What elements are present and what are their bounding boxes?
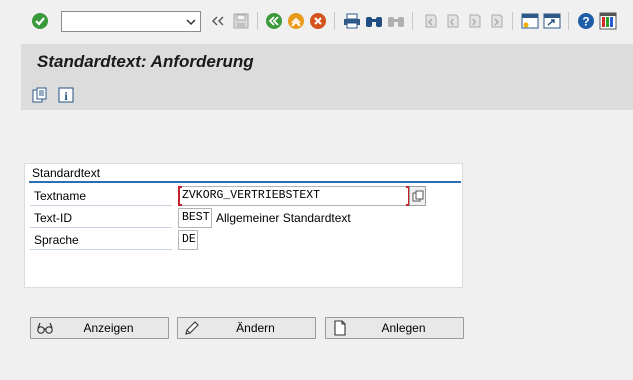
- pencil-icon: [183, 320, 201, 336]
- command-field[interactable]: [61, 11, 201, 32]
- info-icon[interactable]: i: [57, 86, 75, 104]
- text-id-field[interactable]: BEST: [178, 208, 212, 228]
- text-id-description: Allgemeiner Standardtext: [216, 211, 351, 225]
- page-title: Standardtext: Anforderung: [37, 52, 254, 71]
- group-title: Standardtext: [32, 166, 101, 180]
- back-icon[interactable]: [264, 11, 284, 31]
- next-page-icon: [464, 11, 484, 31]
- last-page-icon: [486, 11, 506, 31]
- sprache-value: DE: [182, 233, 196, 246]
- collapse-icon[interactable]: [208, 11, 228, 31]
- textname-value: ZVKORG_VERTRIEBSTEXT: [182, 189, 321, 202]
- anzeigen-button[interactable]: Anzeigen: [30, 317, 169, 339]
- textname-field[interactable]: ZVKORG_VERTRIEBSTEXT: [178, 186, 410, 206]
- cancel-icon[interactable]: [308, 11, 328, 31]
- text-id-value: BEST: [182, 211, 210, 224]
- customize-layout-icon[interactable]: [598, 11, 618, 31]
- save-icon: [231, 11, 251, 31]
- shortcut-icon[interactable]: [542, 11, 562, 31]
- group-divider: [29, 181, 461, 183]
- text-id-label: Text-ID: [30, 208, 172, 228]
- first-page-icon: [420, 11, 440, 31]
- svg-text:?: ?: [582, 15, 589, 29]
- find-icon[interactable]: [364, 11, 384, 31]
- sprache-field[interactable]: DE: [178, 230, 198, 250]
- standardtext-group: Standardtext Textname ZVKORG_VERTRIEBSTE…: [24, 163, 463, 288]
- application-toolbar: i: [21, 80, 633, 110]
- textname-label: Textname: [30, 186, 172, 206]
- new-document-icon: [331, 320, 349, 336]
- sprache-label: Sprache: [30, 230, 172, 250]
- find-next-icon: [386, 11, 406, 31]
- enter-check-icon[interactable]: [30, 11, 50, 31]
- text-copy-icon[interactable]: [31, 86, 49, 104]
- help-icon[interactable]: ?: [576, 11, 596, 31]
- title-bar: Standardtext: Anforderung: [21, 44, 633, 80]
- prev-page-icon: [442, 11, 462, 31]
- aendern-button[interactable]: Ändern: [177, 317, 316, 339]
- command-input[interactable]: [62, 12, 180, 31]
- system-toolbar: ?: [0, 0, 633, 42]
- new-session-icon[interactable]: [520, 11, 540, 31]
- print-icon[interactable]: [342, 11, 362, 31]
- command-dropdown-icon[interactable]: [184, 14, 198, 29]
- exit-icon[interactable]: [286, 11, 306, 31]
- anlegen-button[interactable]: Anlegen: [325, 317, 464, 339]
- value-help-icon[interactable]: [409, 186, 426, 206]
- glasses-icon: [36, 320, 54, 336]
